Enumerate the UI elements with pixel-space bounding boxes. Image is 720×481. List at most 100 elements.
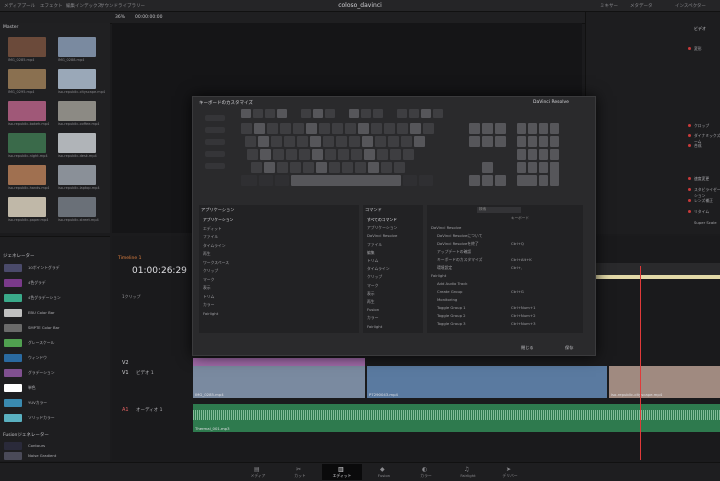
list-item[interactable]: SMPTE Color Bar xyxy=(4,323,104,333)
keyboard-key[interactable] xyxy=(373,109,383,118)
media-clip-thumbnail[interactable] xyxy=(8,165,46,185)
list-item[interactable]: グレースケール xyxy=(4,338,104,348)
keyboard-key[interactable] xyxy=(550,149,559,160)
command-item[interactable]: Add Audio Track xyxy=(437,281,468,286)
inspector-row-speed[interactable]: 速度変更 xyxy=(694,176,709,182)
list-item[interactable]: すべてのコマンド xyxy=(367,217,397,223)
keyboard-key[interactable] xyxy=(351,149,362,160)
keyboard-key[interactable] xyxy=(260,149,271,160)
keyboard-key[interactable] xyxy=(401,136,412,147)
keyboard-key[interactable] xyxy=(258,136,269,147)
timeline-name[interactable]: Timeline 1 xyxy=(118,256,141,261)
keyboard-key[interactable] xyxy=(312,149,323,160)
keyboard-key[interactable] xyxy=(482,162,493,173)
shortcut-key[interactable]: Ctrl+Alt+K xyxy=(511,257,532,262)
keyboard-key[interactable] xyxy=(251,162,262,173)
inspector-toggle[interactable]: インスペクター xyxy=(675,3,706,9)
list-item[interactable]: DaVinci Resolve xyxy=(367,233,397,238)
shortcut-key[interactable]: Ctrl+, xyxy=(511,265,522,270)
keyboard-key[interactable] xyxy=(362,136,373,147)
list-item[interactable]: マーク xyxy=(203,277,214,283)
list-item[interactable]: 4色グラデーション xyxy=(4,293,104,303)
keyboard-key[interactable] xyxy=(284,136,295,147)
keyboard-key[interactable] xyxy=(306,123,317,134)
page-tab[interactable]: ◐ カラー xyxy=(406,464,446,480)
keyboard-key[interactable] xyxy=(349,109,359,118)
keyboard-key[interactable] xyxy=(286,149,297,160)
keyboard-key[interactable] xyxy=(539,149,548,160)
keyboard-key[interactable] xyxy=(528,149,537,160)
inspector-row-composite[interactable]: 合成 xyxy=(694,143,702,149)
keyboard-key[interactable] xyxy=(423,123,434,134)
zoom-level[interactable]: 36% xyxy=(115,15,125,20)
page-tab[interactable]: ♫ Fairlight xyxy=(448,464,488,480)
keyboard-key[interactable] xyxy=(403,175,417,186)
shortcut-key[interactable]: Ctrl+Num+3 xyxy=(511,321,535,326)
keyboard-key[interactable] xyxy=(358,123,369,134)
keyboard-key[interactable] xyxy=(241,109,251,118)
inspector-row-crop[interactable]: クロップ xyxy=(694,123,709,129)
keyboard-key[interactable] xyxy=(277,109,287,118)
keyboard-key[interactable] xyxy=(517,123,526,134)
media-clip-thumbnail[interactable] xyxy=(58,165,96,185)
keyboard-key[interactable] xyxy=(482,123,493,134)
list-item[interactable]: アプリケーション xyxy=(203,217,233,223)
list-item[interactable]: 10ポイントグラデ xyxy=(4,263,104,273)
keyboard-key[interactable] xyxy=(482,136,493,147)
list-item[interactable]: 再生 xyxy=(203,251,211,257)
close-button[interactable]: 閉じる xyxy=(521,345,534,351)
list-item[interactable]: Noise Gradient xyxy=(4,451,104,461)
keyboard-key[interactable] xyxy=(275,175,289,186)
list-item[interactable]: 編集 xyxy=(367,250,375,256)
media-clip-thumbnail[interactable] xyxy=(58,69,96,89)
media-clip-thumbnail[interactable] xyxy=(8,133,46,153)
keyboard-key[interactable] xyxy=(388,136,399,147)
list-item[interactable]: マーク xyxy=(367,283,378,289)
list-item[interactable]: Fairlight xyxy=(367,324,382,329)
list-item[interactable]: Contours xyxy=(4,441,104,451)
keyboard-key[interactable] xyxy=(381,162,392,173)
keyboard-key[interactable] xyxy=(421,109,431,118)
keyboard-key[interactable] xyxy=(349,136,360,147)
list-item[interactable]: クリップ xyxy=(367,274,382,280)
command-item[interactable]: Toggle Group 3 xyxy=(437,321,466,326)
list-item[interactable]: カラー xyxy=(367,315,378,321)
modifier-button[interactable] xyxy=(205,115,225,121)
effects-toggle[interactable]: エフェクト xyxy=(40,3,63,9)
list-item[interactable]: エディット xyxy=(203,226,222,232)
keyboard-key[interactable] xyxy=(550,162,559,186)
keyboard-key[interactable] xyxy=(539,136,548,147)
keyboard-key[interactable] xyxy=(325,149,336,160)
keyboard-key[interactable] xyxy=(375,136,386,147)
list-item[interactable]: Fairlight xyxy=(203,311,218,316)
keyboard-key[interactable] xyxy=(550,136,559,147)
modifier-button[interactable] xyxy=(205,151,225,157)
keyboard-key[interactable] xyxy=(539,123,548,134)
keyboard-key[interactable] xyxy=(336,136,347,147)
keyboard-key[interactable] xyxy=(517,175,537,186)
metadata-toggle[interactable]: メタデータ xyxy=(630,3,653,9)
keyboard-key[interactable] xyxy=(273,149,284,160)
command-item[interactable]: Monitoring xyxy=(437,297,457,302)
command-item[interactable]: 環境設定 xyxy=(437,265,452,271)
list-item[interactable]: Fusion xyxy=(367,307,379,312)
keyboard-key[interactable] xyxy=(310,136,321,147)
keyboard-key[interactable] xyxy=(419,175,433,186)
page-tab[interactable]: ➤ デリバー xyxy=(490,464,530,480)
keyboard-key[interactable] xyxy=(469,136,480,147)
list-item[interactable]: トリム xyxy=(203,294,214,300)
list-item[interactable]: 表示 xyxy=(367,291,375,297)
keyboard-key[interactable] xyxy=(528,123,537,134)
keyboard-key[interactable] xyxy=(319,123,330,134)
keyboard-key[interactable] xyxy=(469,123,480,134)
shortcut-key[interactable]: Ctrl+G xyxy=(511,289,524,294)
keyboard-key[interactable] xyxy=(482,175,493,186)
keyboard-key[interactable] xyxy=(325,109,335,118)
keyboard-key[interactable] xyxy=(550,123,559,134)
list-item[interactable]: グラデーション xyxy=(4,368,104,378)
modifier-button[interactable] xyxy=(205,139,225,145)
preset-dropdown[interactable]: DaVinci Resolve xyxy=(533,100,569,105)
keyboard-key[interactable] xyxy=(271,136,282,147)
keyboard-key[interactable] xyxy=(517,149,526,160)
keyboard-key[interactable] xyxy=(368,162,379,173)
